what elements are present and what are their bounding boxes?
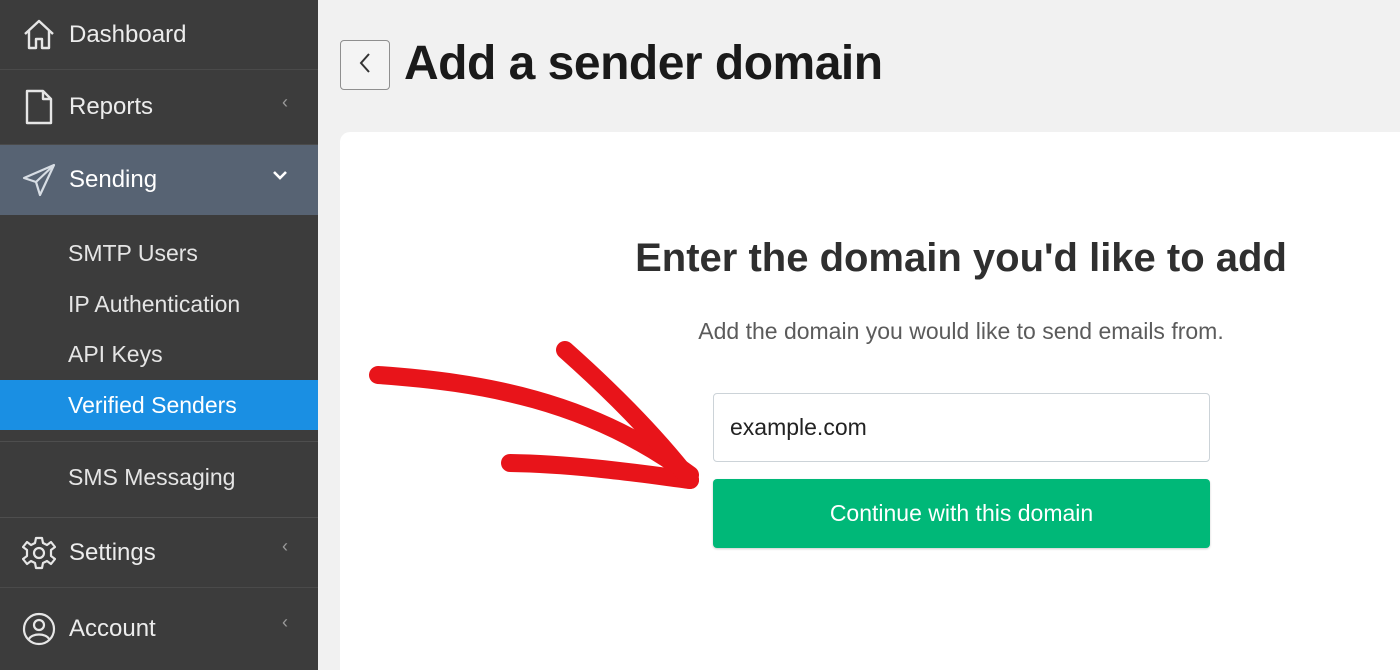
sidebar-item-label: Settings — [69, 538, 156, 566]
chevron-left-icon: ‹ — [282, 612, 288, 632]
home-icon — [20, 16, 58, 54]
sidebar-item-reports[interactable]: Reports ‹ — [0, 70, 318, 145]
sidebar-item-sending[interactable]: Sending — [0, 145, 318, 215]
sidebar-subitem-label: SMTP Users — [68, 239, 198, 266]
sidebar-item-label: Account — [69, 615, 156, 642]
sidebar-item-settings[interactable]: Settings ‹ — [0, 518, 318, 588]
sidebar-item-dashboard[interactable]: Dashboard — [0, 0, 318, 70]
sidebar-subitem-sms-messaging[interactable]: SMS Messaging — [0, 452, 318, 502]
form-subheading: Add the domain you would like to send em… — [698, 318, 1224, 344]
document-icon — [20, 88, 58, 126]
continue-button[interactable]: Continue with this domain — [713, 479, 1210, 548]
sidebar-subitem-label: Verified Senders — [68, 391, 237, 418]
sidebar-item-label: Sending — [69, 166, 158, 193]
domain-input[interactable] — [713, 393, 1210, 462]
sidebar-subitem-verified-senders[interactable]: Verified Senders — [0, 380, 318, 430]
sidebar: Dashboard Reports ‹ Sending SMTP Users I… — [0, 0, 318, 670]
sidebar-subitem-label: IP Authentication — [68, 290, 241, 317]
sidebar-subitem-ip-authentication[interactable]: IP Authentication — [0, 279, 318, 329]
chevron-left-icon: ‹ — [282, 92, 288, 112]
paper-plane-icon — [20, 161, 58, 199]
user-circle-icon — [20, 610, 58, 648]
sidebar-subitem-label: SMS Messaging — [68, 463, 236, 490]
sidebar-divider — [0, 441, 318, 442]
sidebar-item-account[interactable]: Account ‹ — [0, 588, 318, 670]
form-heading: Enter the domain you'd like to add — [635, 236, 1287, 280]
sidebar-subitem-api-keys[interactable]: API Keys — [0, 329, 318, 379]
sidebar-subitem-smtp-users[interactable]: SMTP Users — [0, 228, 318, 278]
sidebar-subitem-label: API Keys — [68, 340, 163, 367]
chevron-left-icon — [358, 52, 372, 79]
page-title: Add a sender domain — [404, 37, 883, 90]
chevron-left-icon: ‹ — [282, 536, 288, 556]
sidebar-item-label: Dashboard — [69, 20, 187, 48]
gear-icon — [20, 534, 58, 572]
chevron-down-icon — [272, 165, 288, 186]
back-button[interactable] — [340, 40, 390, 90]
sidebar-item-label: Reports — [69, 93, 154, 120]
